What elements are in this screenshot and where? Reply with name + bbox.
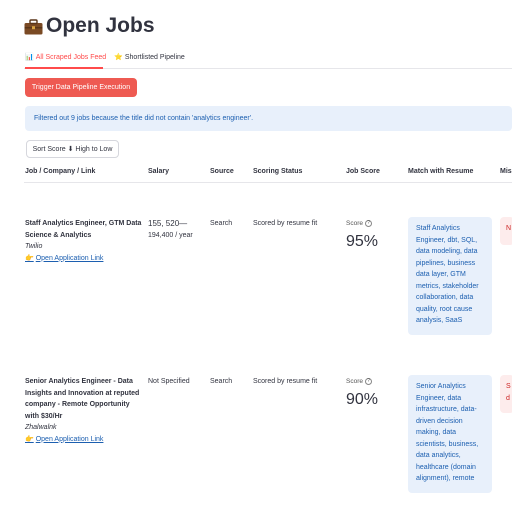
missing-skills-box: S d	[500, 375, 512, 413]
job-title: Staff Analytics Engineer, GTM Data Scien…	[25, 220, 142, 239]
header-scoring-status: Scoring Status	[253, 168, 303, 175]
header-source: Source	[210, 168, 234, 175]
filter-info-alert: Filtered out 9 jobs because the title di…	[25, 106, 512, 131]
trigger-pipeline-button[interactable]: Trigger Data Pipeline Execution	[25, 78, 137, 97]
header-match-resume: Match with Resume	[408, 168, 474, 175]
salary-cell: Not Specified	[148, 378, 190, 385]
match-with-resume-box: Senior Analytics Engineer, data infrastr…	[408, 375, 492, 493]
table-row-1-job: Staff Analytics Engineer, GTM Data Scien…	[25, 218, 145, 264]
scoring-status-cell: Scored by resume fit	[253, 220, 318, 227]
header-job-score: Job Score	[346, 168, 380, 175]
open-application-link[interactable]: 👉 Open Application Link	[25, 434, 145, 446]
company-name: Zhalwalnk	[25, 424, 57, 431]
tab-all-scraped-jobs[interactable]: 📊 All Scraped Jobs Feed	[25, 53, 107, 62]
open-application-link[interactable]: 👉 Open Application Link	[25, 253, 145, 265]
missing-skills-box: N	[500, 217, 512, 245]
help-icon[interactable]: ?	[364, 220, 372, 228]
header-salary: Salary	[148, 168, 170, 175]
tab-shortlisted-pipeline[interactable]: ⭐ Shortlisted Pipeline	[114, 53, 185, 62]
tab-label: All Scraped Jobs Feed	[35, 53, 107, 61]
tab-bar: 📊 All Scraped Jobs Feed ⭐ Shortlisted Pi…	[25, 53, 185, 62]
source-cell: Search	[210, 378, 233, 385]
briefcase-icon	[24, 19, 43, 35]
filter-info-text: Filtered out 9 jobs because the title di…	[34, 115, 254, 122]
hand-pointer-icon: 👉	[25, 435, 34, 443]
job-score-cell: Score ? 90%	[346, 376, 378, 410]
help-icon[interactable]: ?	[364, 378, 372, 386]
score-label: Score ?	[346, 376, 378, 388]
header-missing: Mis	[500, 168, 512, 175]
job-score-cell: Score ? 95%	[346, 218, 378, 252]
company-name: Twilio	[25, 243, 43, 250]
active-tab-indicator	[25, 67, 103, 69]
star-icon: ⭐	[114, 54, 123, 61]
match-with-resume-box: Staff Analytics Engineer, dbt, SQL, data…	[408, 217, 492, 335]
score-value: 95%	[346, 232, 379, 250]
hand-pointer-icon: 👉	[25, 254, 34, 262]
score-value: 90%	[346, 390, 379, 408]
score-label: Score ?	[346, 218, 378, 230]
tab-label: Shortlisted Pipeline	[124, 53, 185, 61]
sort-score-button[interactable]: Sort Score ⬇ High to Low	[26, 140, 119, 158]
salary-cell: 155, 520— 194,400 / year	[148, 219, 193, 239]
scoring-status-cell: Scored by resume fit	[253, 378, 318, 385]
chart-icon: 📊	[25, 54, 34, 61]
table-row-2-job: Senior Analytics Engineer - Data Insight…	[25, 376, 145, 445]
page-title: Open Jobs	[24, 14, 155, 38]
job-title: Senior Analytics Engineer - Data Insight…	[25, 378, 140, 420]
header-job: Job / Company / Link	[25, 168, 96, 175]
source-cell: Search	[210, 220, 233, 227]
header-divider	[24, 182, 512, 183]
page-title-text: Open Jobs	[46, 14, 155, 37]
